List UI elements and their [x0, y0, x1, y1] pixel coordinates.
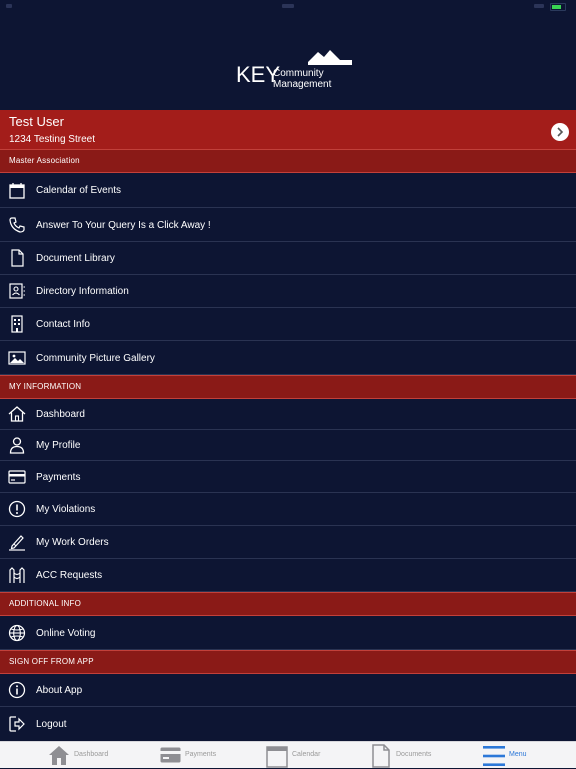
menu-item-payments[interactable]: Payments [0, 461, 576, 493]
menu-item-answer-query[interactable]: Answer To Your Query Is a Click Away ! [0, 208, 576, 242]
key-community-management-logo: KEY Community Management [220, 48, 352, 100]
menu-item-dashboard[interactable]: Dashboard [0, 399, 576, 430]
alert-circle-icon [8, 500, 26, 518]
menu-item-document-library[interactable]: Document Library [0, 242, 576, 275]
tab-documents[interactable]: Documents [372, 742, 442, 769]
chevron-right-icon[interactable] [551, 123, 569, 141]
home-icon [8, 406, 26, 422]
menu-item-my-violations[interactable]: My Violations [0, 493, 576, 526]
calendar-icon [266, 746, 288, 768]
battery-icon [550, 3, 566, 11]
hamburger-menu-icon [483, 746, 505, 766]
section-header-master-association: Master Association [0, 149, 576, 173]
menu-item-contact-info[interactable]: Contact Info [0, 308, 576, 341]
logout-icon [9, 716, 25, 732]
user-name: Test User [9, 114, 64, 129]
menu-item-about-app[interactable]: About App [0, 674, 576, 707]
phone-icon [9, 217, 25, 233]
tab-dashboard[interactable]: Dashboard [48, 742, 118, 769]
bottom-tab-bar: Dashboard Payments Calendar Documents Me… [0, 741, 576, 768]
fence-icon [9, 567, 25, 583]
menu-item-community-picture-gallery[interactable]: Community Picture Gallery [0, 341, 576, 375]
signal-icon [6, 4, 12, 8]
user-info-bar[interactable]: Test User 1234 Testing Street [0, 110, 576, 149]
battery-percent-indicator [534, 4, 544, 8]
globe-icon [8, 624, 26, 642]
section-header-my-information: MY INFORMATION [0, 375, 576, 399]
building-icon [11, 315, 23, 333]
user-street: 1234 Testing Street [9, 134, 95, 145]
credit-card-icon [160, 747, 181, 763]
section-header-sign-off: SIGN OFF FROM APP [0, 650, 576, 674]
calendar-icon [9, 183, 25, 199]
menu-item-directory-information[interactable]: Directory Information [0, 275, 576, 308]
image-gallery-icon [8, 351, 26, 365]
svg-text:Management: Management [273, 79, 332, 90]
tab-payments[interactable]: Payments [160, 742, 230, 769]
status-bar [0, 0, 576, 14]
document-icon [11, 249, 24, 267]
contact-card-icon [9, 283, 25, 299]
svg-text:Community: Community [273, 68, 324, 79]
menu-item-acc-requests[interactable]: ACC Requests [0, 559, 576, 592]
tab-calendar[interactable]: Calendar [266, 742, 326, 769]
document-icon [372, 744, 390, 768]
credit-card-icon [8, 470, 26, 484]
info-circle-icon [8, 681, 26, 699]
menu-item-calendar-of-events[interactable]: Calendar of Events [0, 173, 576, 208]
user-icon [9, 437, 25, 454]
section-header-additional-info: ADDITIONAL INFO [0, 592, 576, 616]
menu-item-my-work-orders[interactable]: My Work Orders [0, 526, 576, 559]
home-icon [49, 746, 69, 765]
tab-menu[interactable]: Menu [482, 742, 542, 769]
menu-item-my-profile[interactable]: My Profile [0, 430, 576, 461]
menu-item-online-voting[interactable]: Online Voting [0, 616, 576, 650]
edit-pen-icon [9, 535, 25, 551]
menu-item-logout[interactable]: Logout [0, 707, 576, 741]
header-logo-area: KEY Community Management [0, 14, 576, 110]
clock-indicator [282, 4, 294, 8]
